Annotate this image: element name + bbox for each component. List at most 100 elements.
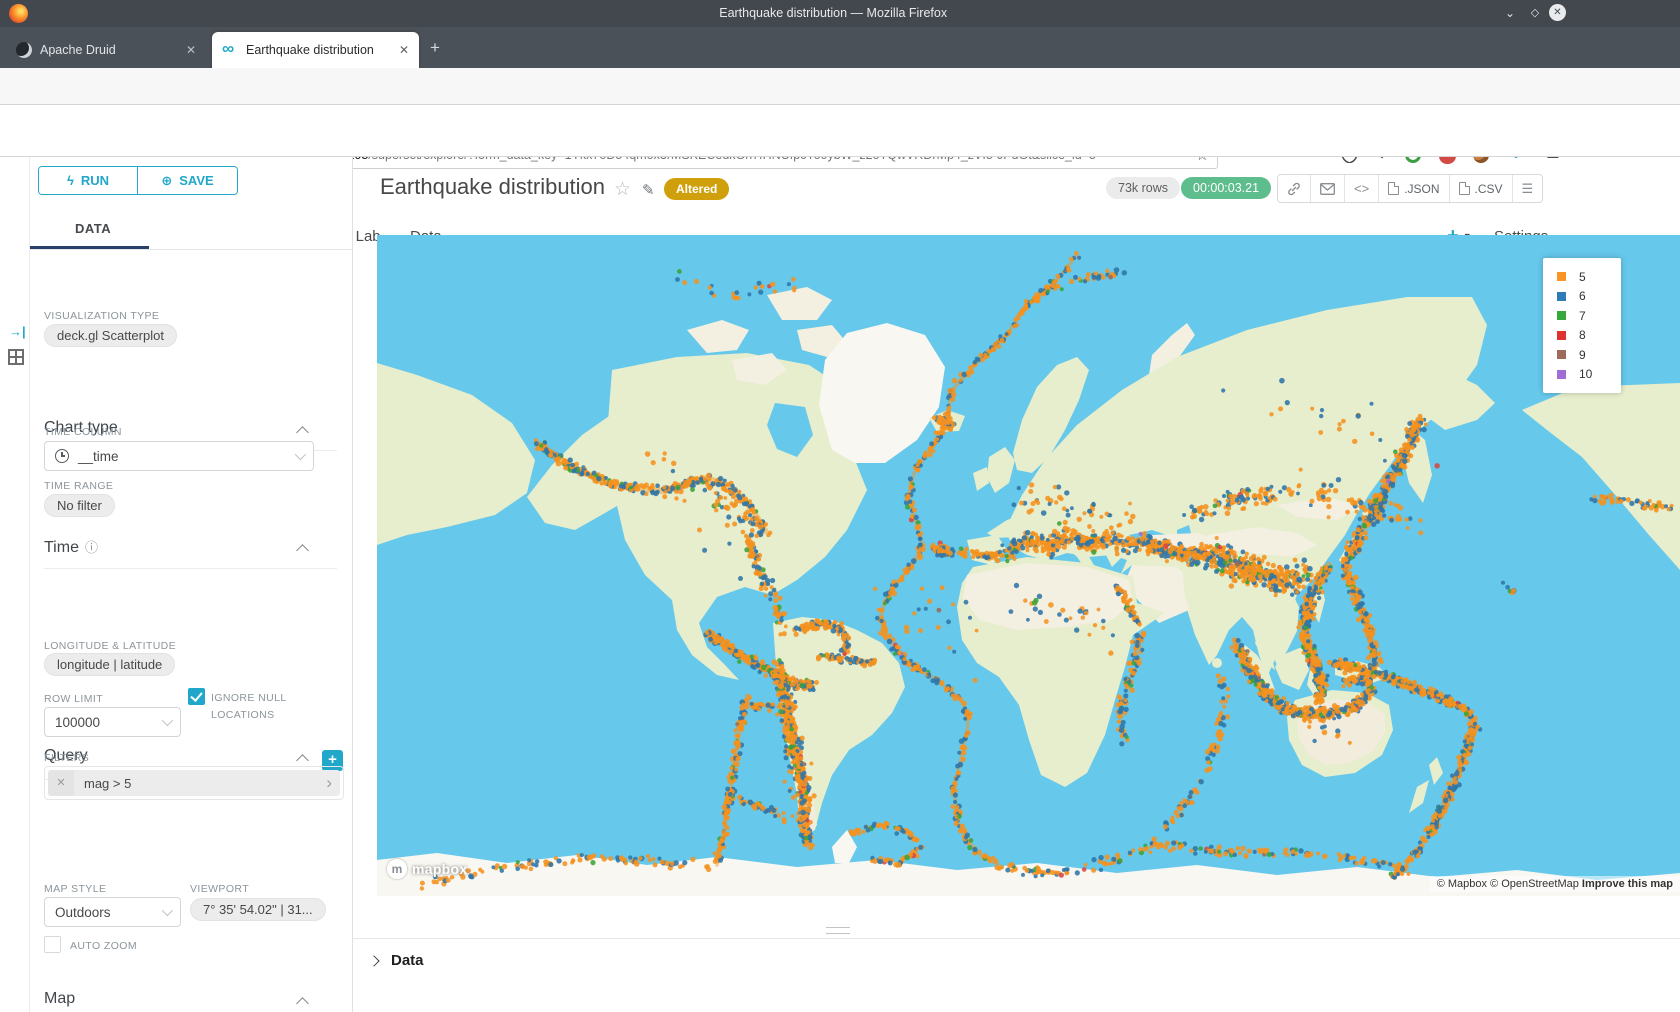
chevron-up-icon[interactable] [296,754,309,767]
filter-chip[interactable]: ✕ mag > 5 › [48,770,340,796]
legend-item[interactable]: 7 [1557,306,1621,326]
embed-code-button[interactable]: <> [1345,175,1379,202]
panel-resizer[interactable] [352,157,353,1012]
email-button[interactable] [1311,175,1345,202]
auto-zoom-label: AUTO ZOOM [70,940,137,952]
improve-map-link[interactable]: Improve this map [1582,878,1673,890]
browser-toolbar: ← → ↻ 172.18.0.3:32108/superset/explore/… [0,68,1680,105]
chevron-right-icon[interactable]: › [326,771,332,795]
chevron-right-icon [368,955,379,966]
deckgl-scatter-map[interactable]: 5 6 7 8 9 10 m mapbox © Mapbox © OpenStreetMa… [377,235,1680,896]
section-map[interactable]: Map [44,990,75,1008]
window-minimize-icon[interactable]: ⌄ [1501,4,1519,22]
tab-data[interactable]: DATA [75,221,111,236]
browser-tab-bar: Apache Druid ✕ ∞ Earthquake distribution… [0,27,1680,68]
chevron-down-icon [162,715,173,726]
clock-icon [55,449,69,463]
chevron-up-icon[interactable] [296,997,309,1010]
legend-item[interactable]: 6 [1557,287,1621,307]
lonlat-value[interactable]: longitude | latitude [44,653,175,676]
datasource-grid-icon[interactable] [8,349,24,365]
tab-close-icon[interactable]: ✕ [186,43,196,57]
save-button[interactable]: ⊕SAVE [138,167,237,194]
viz-type-label: VISUALIZATION TYPE [44,310,159,322]
chart-title: Earthquake distribution [380,174,605,200]
tab-label: Earthquake distribution [246,43,391,57]
window-close-icon[interactable]: ✕ [1549,4,1566,21]
export-csv-button[interactable]: .CSV [1450,175,1513,202]
viewport-value[interactable]: 7° 35' 54.02" | 31... [190,898,326,921]
lonlat-label: LONGITUDE & LATITUDE [44,640,176,652]
section-time[interactable]: Timeⓘ [44,537,98,557]
hamburger-icon: ☰ [1522,181,1534,197]
viz-type-value[interactable]: deck.gl Scatterplot [44,324,177,347]
legend-color-chip [1557,272,1566,281]
expand-panel-icon[interactable]: →| [9,324,26,339]
legend-item[interactable]: 5 [1557,267,1621,287]
data-panel-toggle[interactable]: Data [370,952,424,969]
filter-chip-container: ✕ mag > 5 › [44,766,344,800]
mapbox-logo-icon: m [387,859,407,879]
time-range-value[interactable]: No filter [44,494,115,517]
landmasses [377,287,1680,896]
plus-circle-icon: ⊕ [161,173,172,189]
tab-apache-druid[interactable]: Apache Druid ✕ [6,32,206,68]
viewport-label: VIEWPORT [190,883,249,895]
ignore-null-label: IGNORE NULL LOCATIONS [211,690,321,724]
superset-navbar: ∞o Superset Dashboards Charts SQL Lab ▼ … [0,105,1680,157]
share-link-button[interactable] [1278,175,1311,202]
link-icon [1287,182,1301,196]
ignore-null-checkbox[interactable] [188,688,205,705]
filter-expression: mag > 5 [84,776,131,791]
auto-zoom-checkbox[interactable] [44,936,61,953]
data-panel-label: Data [391,952,424,969]
map-attribution: © Mapbox © OpenStreetMap Improve this ma… [1430,876,1680,892]
envelope-icon [1320,183,1335,195]
control-panel: ϟRUN ⊕SAVE DATA Chart type VISUALIZATION… [30,157,352,1012]
chevron-down-icon [295,449,306,460]
run-save-button-group: ϟRUN ⊕SAVE [38,166,238,195]
superset-favicon: ∞ [222,42,238,58]
tab-label: Apache Druid [40,43,178,57]
tab-earthquake-distribution[interactable]: ∞ Earthquake distribution ✕ [212,32,419,68]
chart-actions-group: <> .JSON .CSV ☰ [1277,174,1543,203]
panel-drag-handle[interactable] [826,927,850,934]
window-titlebar: Earthquake distribution — Mozilla Firefo… [0,0,1680,27]
map-style-select[interactable]: Outdoors [44,897,181,927]
code-icon: <> [1354,181,1369,196]
file-icon [1388,182,1399,195]
remove-filter-icon[interactable]: ✕ [48,770,74,796]
chevron-up-icon[interactable] [296,544,309,557]
legend-label: 6 [1579,289,1586,303]
time-column-select[interactable]: __time [44,441,314,471]
firefox-icon [9,4,28,23]
legend-label: 9 [1579,348,1586,362]
favorite-star-icon[interactable]: ☆ [614,178,631,201]
time-column-label: TIME COLUMN [44,426,122,438]
screen: Earthquake distribution — Mozilla Firefo… [0,0,1680,1012]
filters-label: FILTERS [44,752,89,764]
export-json-button[interactable]: .JSON [1379,175,1449,202]
map-style-label: MAP STYLE [44,883,106,895]
window-maximize-icon[interactable]: ◇ [1526,4,1544,22]
row-limit-select[interactable]: 100000 [44,707,181,737]
edit-properties-icon[interactable]: ✎ [642,181,655,199]
legend-color-chip [1557,292,1566,301]
legend-label: 5 [1579,270,1586,284]
run-button[interactable]: ϟRUN [39,167,138,194]
new-tab-button[interactable]: + [430,39,440,56]
left-rail: →| [0,157,30,1012]
legend-item[interactable]: 9 [1557,345,1621,365]
chart-menu-button[interactable]: ☰ [1513,175,1543,202]
chevron-up-icon[interactable] [296,426,309,439]
legend-item[interactable]: 8 [1557,326,1621,346]
row-limit-label: ROW LIMIT [44,693,103,705]
mapbox-logo[interactable]: m mapbox [387,859,467,879]
legend-color-chip [1557,350,1566,359]
legend-item[interactable]: 10 [1557,365,1621,385]
tab-close-icon[interactable]: ✕ [399,43,409,57]
legend-color-chip [1557,311,1566,320]
chevron-down-icon [162,905,173,916]
legend-label: 8 [1579,328,1586,342]
legend-color-chip [1557,370,1566,379]
